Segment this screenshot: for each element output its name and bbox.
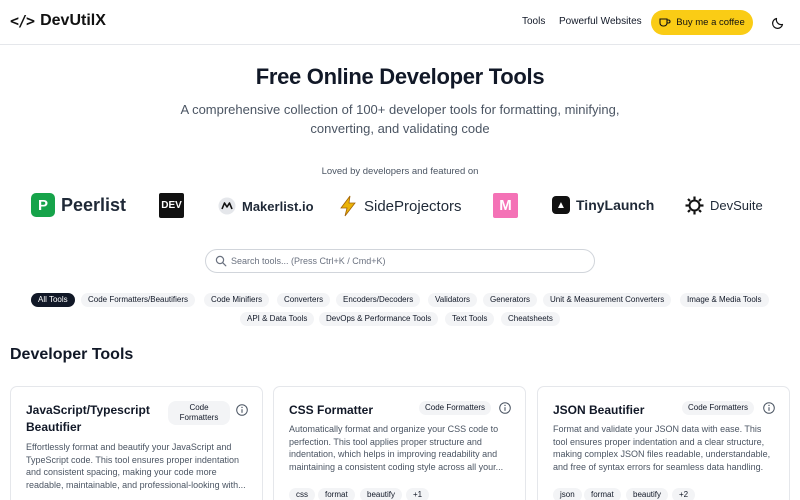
devsuite-name: DevSuite [710,198,763,213]
page-subtitle: A comprehensive collection of 100+ devel… [180,102,620,136]
category-devops-performance[interactable]: DevOps & Performance Tools [319,312,439,326]
tool-card-json-beautifier[interactable]: JSON Beautifier Code Formatters Format a… [537,386,790,500]
category-validators[interactable]: Validators [428,293,477,307]
lightning-bolt-icon [340,195,356,217]
category-code-formatters[interactable]: Code Formatters/Beautifiers [81,293,196,307]
search-bar [205,249,595,273]
sideprojectors-name: SideProjectors [364,197,462,215]
category-cheatsheets[interactable]: Cheatsheets [501,312,560,326]
card-category-badge: Code Formatters [682,401,755,415]
card-description: Effortlessly format and beautify your Ja… [26,442,246,490]
makerlist-logo[interactable]: Makerlist.io [218,197,314,215]
m-logo[interactable]: M [493,193,518,218]
makerlist-name: Makerlist.io [242,198,314,214]
info-icon[interactable] [499,402,511,414]
m-mark: M [493,193,518,218]
rocket-icon: ▲ [552,196,570,214]
logo-text: DevUtilX [40,12,106,29]
category-api-data[interactable]: API & Data Tools [240,312,315,326]
gear-icon [685,196,704,215]
tag[interactable]: beautify [360,488,403,500]
peerlist-name: Peerlist [61,194,127,215]
info-icon[interactable] [763,402,775,414]
nav-powerful-websites-link[interactable]: Powerful Websites [559,16,642,27]
page-title: Free Online Developer Tools [255,64,545,89]
devsuite-logo[interactable]: DevSuite [685,196,763,215]
section-title: Developer Tools [10,346,134,363]
category-image-media[interactable]: Image & Media Tools [680,293,769,307]
logo[interactable]: </> DevUtilX [10,12,106,30]
card-title: CSS Formatter [289,403,374,417]
card-title: JSON Beautifier [553,403,645,417]
peerlist-mark: P [31,193,55,217]
card-title: JavaScript/Typescript Beautifier [26,403,150,434]
top-nav: </> DevUtilX Tools Powerful Websites Buy… [0,0,800,45]
tag[interactable]: beautify [626,488,669,500]
category-unit-converters[interactable]: Unit & Measurement Converters [543,293,672,307]
featured-caption: Loved by developers and featured on [321,166,479,177]
buy-coffee-button[interactable]: Buy me a coffee [651,10,753,35]
buy-coffee-label: Buy me a coffee [676,17,745,28]
dev-logo[interactable]: DEV [159,193,184,218]
peerlist-logo[interactable]: P Peerlist [31,193,126,217]
nav-tools-link[interactable]: Tools [522,16,545,27]
card-category-badge: Code Formatters [168,401,230,425]
category-text-tools[interactable]: Text Tools [445,312,495,326]
sideprojectors-logo[interactable]: SideProjectors [338,195,462,217]
search-input[interactable] [231,253,586,269]
tool-card-css-formatter[interactable]: CSS Formatter Code Formatters Automatica… [273,386,526,500]
search-icon [215,255,227,267]
tool-card-js-beautifier[interactable]: JavaScript/Typescript Beautifier Code Fo… [10,386,263,500]
tinylaunch-name: TinyLaunch [576,197,655,213]
card-category-badge: Code Formatters [419,401,492,415]
tag-more[interactable]: +2 [672,488,696,500]
moon-icon[interactable] [771,14,787,30]
category-generators[interactable]: Generators [483,293,538,307]
info-icon[interactable] [236,404,248,416]
category-converters[interactable]: Converters [277,293,331,307]
category-all-tools[interactable]: All Tools [31,293,75,307]
tag[interactable]: json [553,488,582,500]
tag[interactable]: format [318,488,355,500]
tag-more[interactable]: +1 [406,488,430,500]
coffee-cup-icon [659,18,671,27]
category-encoders-decoders[interactable]: Encoders/Decoders [336,293,421,307]
tag[interactable]: format [584,488,621,500]
tag[interactable]: css [289,488,315,500]
category-code-minifiers[interactable]: Code Minifiers [204,293,270,307]
card-description: Format and validate your JSON data with … [553,424,771,472]
makerlist-icon [218,197,236,215]
tinylaunch-logo[interactable]: ▲ TinyLaunch [552,196,654,214]
dev-mark: DEV [159,193,184,218]
code-brackets-icon: </> [10,12,35,30]
card-description: Automatically format and organize your C… [289,424,504,472]
